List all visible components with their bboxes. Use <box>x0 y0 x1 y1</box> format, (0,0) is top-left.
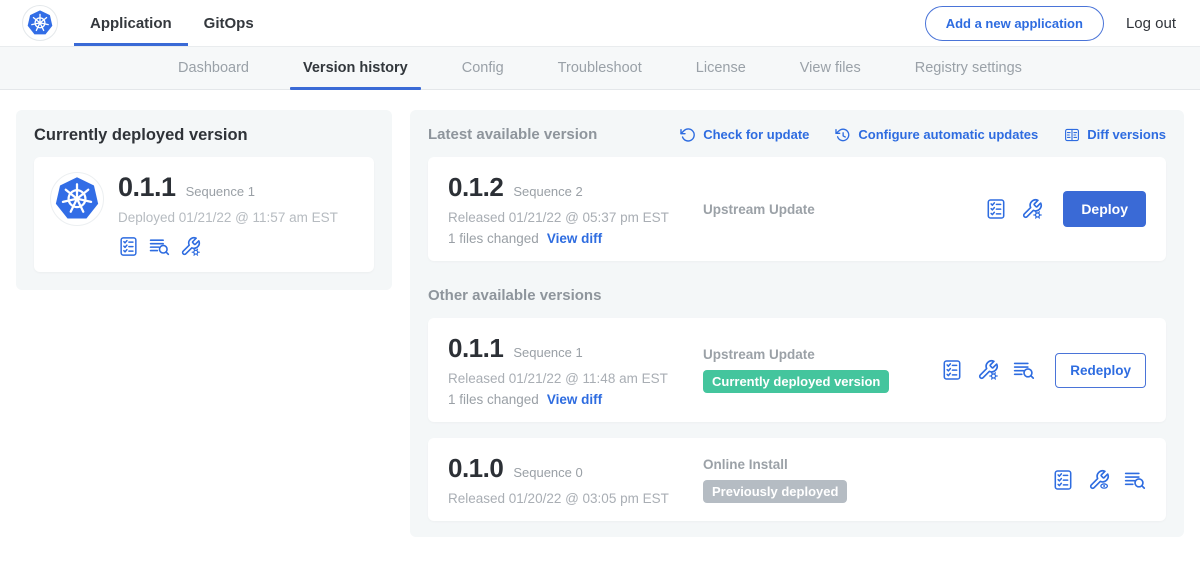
kubernetes-logo-icon <box>22 5 58 41</box>
view-diff-link[interactable]: View diff <box>547 231 602 246</box>
version-source-label: Upstream Update <box>703 347 889 362</box>
row-sequence: Sequence 1 <box>513 345 582 360</box>
other-available-title: Other available versions <box>428 287 1166 304</box>
view-logs-icon[interactable] <box>1013 359 1035 381</box>
subnav-label-version-history: Version history <box>303 60 408 76</box>
version-history-panel: Latest available version Check for updat… <box>410 110 1184 537</box>
diff-versions-label: Diff versions <box>1087 127 1166 142</box>
row-released-timestamp: Released 01/21/22 @ 11:48 am EST <box>448 371 703 386</box>
subnav-label-dashboard: Dashboard <box>178 60 249 76</box>
check-for-update-label: Check for update <box>703 127 809 142</box>
previously-deployed-badge: Previously deployed <box>703 480 847 503</box>
view-diff-link[interactable]: View diff <box>547 392 602 407</box>
version-source-label: Online Install <box>703 457 847 472</box>
subnav-label-license: License <box>696 60 746 76</box>
app-subnav: Dashboard Version history Config Trouble… <box>0 46 1200 90</box>
files-changed-label: 1 files changed <box>448 231 539 246</box>
currently-deployed-card: Currently deployed version 0.1.1 Sequenc… <box>16 110 392 290</box>
deployed-version-number: 0.1.1 <box>118 172 176 203</box>
check-for-update-link[interactable]: Check for update <box>680 127 809 143</box>
tab-application[interactable]: Application <box>74 0 188 46</box>
subnav-tab-version-history[interactable]: Version history <box>276 47 435 89</box>
configure-automatic-updates-link[interactable]: Configure automatic updates <box>835 127 1038 143</box>
currently-deployed-badge: Currently deployed version <box>703 370 889 393</box>
tab-application-label: Application <box>90 15 172 32</box>
edit-config-icon[interactable] <box>977 359 999 381</box>
diff-icon <box>1064 127 1080 143</box>
subnav-tab-config[interactable]: Config <box>435 47 531 89</box>
refresh-icon <box>680 127 696 143</box>
release-notes-icon[interactable] <box>118 236 139 257</box>
deployed-sequence: Sequence 1 <box>186 184 255 199</box>
subnav-label-view-files: View files <box>800 60 861 76</box>
subnav-tab-registry-settings[interactable]: Registry settings <box>888 47 1049 89</box>
row-released-timestamp: Released 01/20/22 @ 03:05 pm EST <box>448 491 703 506</box>
row-sequence: Sequence 2 <box>513 184 582 199</box>
tab-gitops[interactable]: GitOps <box>188 0 270 46</box>
release-notes-icon[interactable] <box>941 359 963 381</box>
version-row-0-1-0: 0.1.0 Sequence 0 Released 01/20/22 @ 03:… <box>428 438 1166 521</box>
subnav-tab-view-files[interactable]: View files <box>773 47 888 89</box>
row-released-timestamp: Released 01/21/22 @ 05:37 pm EST <box>448 210 703 225</box>
main-content: Currently deployed version 0.1.1 Sequenc… <box>0 90 1200 557</box>
schedule-icon <box>835 127 851 143</box>
edit-config-icon[interactable] <box>1021 198 1043 220</box>
release-notes-icon[interactable] <box>1052 469 1074 491</box>
logout-button[interactable]: Log out <box>1126 15 1176 32</box>
edit-config-icon[interactable] <box>180 236 201 257</box>
redeploy-button[interactable]: Redeploy <box>1055 353 1146 388</box>
version-source-label: Upstream Update <box>703 202 815 217</box>
view-config-icon[interactable] <box>1088 469 1110 491</box>
configure-automatic-updates-label: Configure automatic updates <box>858 127 1038 142</box>
subnav-label-registry-settings: Registry settings <box>915 60 1022 76</box>
subnav-tab-troubleshoot[interactable]: Troubleshoot <box>531 47 669 89</box>
subnav-tab-dashboard[interactable]: Dashboard <box>151 47 276 89</box>
deployed-timestamp: Deployed 01/21/22 @ 11:57 am EST <box>118 210 338 225</box>
deploy-button[interactable]: Deploy <box>1063 191 1146 227</box>
currently-deployed-title: Currently deployed version <box>34 126 374 145</box>
subnav-label-config: Config <box>462 60 504 76</box>
latest-available-title: Latest available version <box>428 126 597 143</box>
view-logs-icon[interactable] <box>149 236 170 257</box>
release-notes-icon[interactable] <box>985 198 1007 220</box>
deployed-version-tile: 0.1.1 Sequence 1 Deployed 01/21/22 @ 11:… <box>34 157 374 272</box>
row-version-number: 0.1.0 <box>448 453 503 484</box>
version-row-0-1-2: 0.1.2 Sequence 2 Released 01/21/22 @ 05:… <box>428 157 1166 261</box>
row-version-number: 0.1.1 <box>448 333 503 364</box>
row-sequence: Sequence 0 <box>513 465 582 480</box>
add-application-button[interactable]: Add a new application <box>925 6 1104 41</box>
subnav-tab-license[interactable]: License <box>669 47 773 89</box>
version-row-0-1-1: 0.1.1 Sequence 1 Released 01/21/22 @ 11:… <box>428 318 1166 422</box>
subnav-label-troubleshoot: Troubleshoot <box>558 60 642 76</box>
row-version-number: 0.1.2 <box>448 172 503 203</box>
app-kubernetes-icon <box>50 172 104 226</box>
diff-versions-link[interactable]: Diff versions <box>1064 127 1166 143</box>
files-changed-label: 1 files changed <box>448 392 539 407</box>
tab-gitops-label: GitOps <box>204 15 254 32</box>
top-header: Application GitOps Add a new application… <box>0 0 1200 46</box>
view-logs-icon[interactable] <box>1124 469 1146 491</box>
